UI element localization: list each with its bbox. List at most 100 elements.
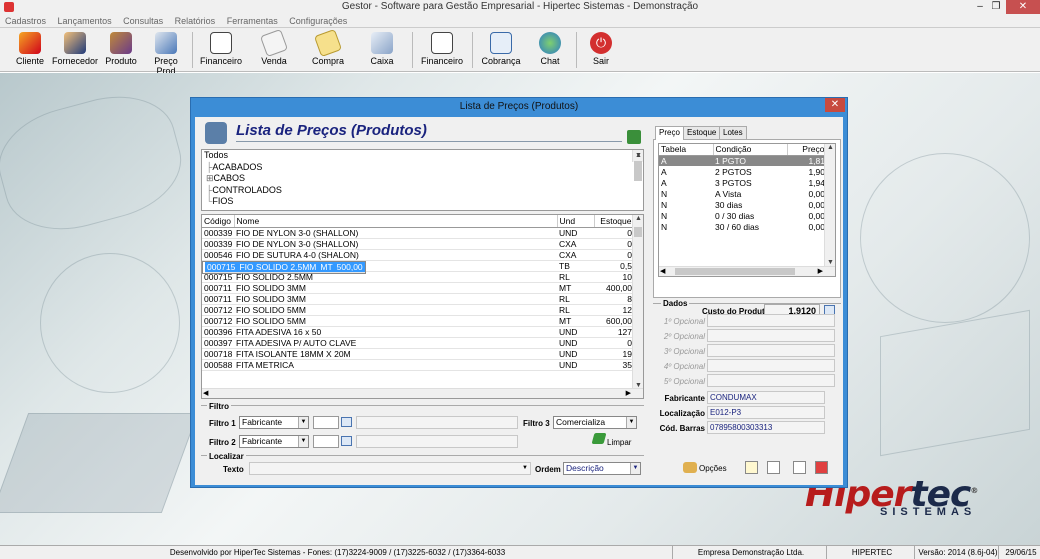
tree-root[interactable]: Todos [202,150,643,162]
edit-icon[interactable] [767,461,780,474]
scroll-up-icon[interactable]: ▲ [825,144,835,151]
exit-icon[interactable] [815,461,828,474]
minimize-icon[interactable]: – [972,0,988,14]
table-row[interactable]: 000712 FIO SOLIDO 5MM RL 12 [202,304,634,316]
tab-preco[interactable]: Preço [655,126,684,140]
toolbar-venda-button[interactable]: Venda [254,28,294,70]
toolbar-financeiro2-button[interactable]: Financeiro [420,30,464,70]
close-app-icon[interactable]: ✕ [1006,0,1040,14]
scroll-thumb[interactable] [675,268,795,275]
table-row[interactable]: 000546 FIO DE SUTURA 4-0 (SHALON) CXA 0 [202,249,634,261]
toolbar-sair-button[interactable]: ⏻ Sair [584,30,618,70]
limpar-button[interactable]: Limpar [591,433,633,451]
price-grid-horizontal-scrollbar[interactable]: ◀ ▶ [659,266,835,276]
filtro3-select[interactable]: Comercializa ▼ [553,416,637,429]
table-row[interactable]: 000715 FIO SOLIDO 2.5MM MT 500,00 [202,260,366,274]
price-row[interactable]: N 30 / 60 dias 0,00 [659,221,827,232]
tree-item-fios[interactable]: └FIOS [202,196,643,208]
ordem-select[interactable]: Descrição ▼ [563,462,641,475]
print-icon[interactable] [793,461,806,474]
table-row[interactable]: 000718 FITA ISOLANTE 18MM X 20M UND 19 [202,348,634,360]
toolbar-chat-button[interactable]: Chat [532,30,568,70]
menu-configuracoes[interactable]: Configurações [289,14,347,28]
grid-horizontal-scrollbar[interactable]: ◀ ▶ [202,388,643,398]
toolbar-caixa-button[interactable]: Caixa [362,30,402,70]
restore-icon[interactable]: ❐ [988,0,1004,14]
toolbar-financeiro-button[interactable]: Financeiro [200,30,242,70]
scroll-down-icon[interactable]: ▼ [633,150,643,162]
filtro1-code-input[interactable] [313,416,339,429]
price-row[interactable]: N 0 / 30 dias 0,00 [659,210,827,221]
tree-scrollbar[interactable]: ▲ ▼ [632,150,643,181]
ordem-label: Ordem [535,465,561,474]
menu-consultas[interactable]: Consultas [123,14,163,28]
price-grid[interactable]: Tabela Condição Preço A1 PGTO 1,81 A 2 PGTO… [658,143,836,277]
filtro2-code-input[interactable] [313,435,339,448]
grid-vertical-scrollbar[interactable]: ▲ ▼ [632,215,643,389]
price-row[interactable]: A 3 PGTOS 1,94 [659,177,827,188]
refresh-icon[interactable] [627,130,641,144]
filtro1-lookup-icon[interactable] [341,417,352,427]
scroll-down-icon[interactable]: ▼ [825,259,835,266]
price-table: Tabela Condição Preço A1 PGTO 1,81 A 2 PGTO… [659,144,828,232]
category-tree[interactable]: Todos ├ACABADOS ⊞CABOS ├CONTROLADOS └FIO… [201,149,644,211]
table-row[interactable]: 000339 FIO DE NYLON 3-0 (SHALLON) CXA 0 [202,238,634,250]
scroll-thumb[interactable] [634,227,642,237]
cell-estoque: 127 [594,326,634,338]
filtro2-select[interactable]: Fabricante ▼ [239,435,309,448]
expand-icon[interactable]: ⊞ [206,173,214,183]
column-header-condicao[interactable]: Condição [713,144,788,156]
scroll-up-icon[interactable]: ▲ [633,215,643,222]
tree-item-controlados[interactable]: ├CONTROLADOS [202,185,643,197]
filtro1-select[interactable]: Fabricante ▼ [239,416,309,429]
toolbar-cobranca-button[interactable]: Cobrança [480,30,522,70]
price-row[interactable]: A1 PGTO 1,81 [659,155,827,166]
price-row[interactable]: N A Vista 0,00 [659,188,827,199]
table-row[interactable]: 000711 FIO SOLIDO 3MM MT 400,00 [202,282,634,294]
tab-estoque[interactable]: Estoque [683,126,721,139]
tab-lotes[interactable]: Lotes [719,126,747,139]
price-row[interactable]: N 30 dias 0,00 [659,199,827,210]
options-icon [683,462,697,473]
scroll-left-icon[interactable]: ◀ [660,267,665,275]
tree-item-cabos[interactable]: ⊞CABOS [202,173,643,185]
price-row[interactable]: A 2 PGTOS 1,90 [659,166,827,177]
column-header-preco[interactable]: Preço [787,144,828,156]
toolbar-fornecedor-button[interactable]: Fornecedor [52,30,98,70]
scroll-thumb[interactable] [634,161,642,181]
table-row[interactable]: 000711 FIO SOLIDO 3MM RL 8 [202,293,634,305]
menu-cadastros[interactable]: Cadastros [5,14,46,28]
filtro1-description-field [356,416,518,429]
price-grid-scrollbar[interactable]: ▲ ▼ [824,144,835,266]
table-row[interactable]: 000396 FITA ADESIVA 16 x 50 UND 127 [202,326,634,338]
toolbar-produto-button[interactable]: Produto [101,30,141,70]
toolbar-preco-prod-button[interactable]: Preço Prod [144,30,188,76]
scroll-right-icon[interactable]: ▶ [626,389,631,397]
table-row[interactable]: 000588 FITA METRICA UND 35 [202,359,634,371]
column-header-nome[interactable]: Nome [234,215,558,228]
menu-ferramentas[interactable]: Ferramentas [227,14,278,28]
menu-lancamentos[interactable]: Lançamentos [58,14,112,28]
column-header-codigo[interactable]: Código [202,215,235,228]
window-close-icon[interactable]: ✕ [825,98,845,112]
column-header-tabela[interactable]: Tabela [659,144,714,156]
toolbar-compra-button[interactable]: Compra [308,28,348,70]
price-icon [155,32,177,54]
table-row[interactable]: 000397 FITA ADESIVA P/ AUTO CLAVE UND 0 [202,337,634,349]
cell-und: MT [557,282,594,294]
scroll-left-icon[interactable]: ◀ [203,389,208,397]
scroll-right-icon[interactable]: ▶ [818,267,823,275]
table-row[interactable]: 000712 FIO SOLIDO 5MM MT 600,00 [202,315,634,327]
texto-input[interactable]: ▼ [249,462,531,475]
toolbar-label: Sair [592,56,609,66]
tree-item-acabados[interactable]: ├ACABADOS [202,162,643,174]
column-header-und[interactable]: Und [557,215,595,228]
products-grid[interactable]: Código Nome Und Estoque 000339 FIO DE NYL… [201,214,644,399]
new-icon[interactable] [745,461,758,474]
table-row[interactable]: 000339 FIO DE NYLON 3-0 (SHALLON) UND 0 [202,227,634,239]
toolbar-cliente-button[interactable]: Cliente [10,30,50,70]
column-header-estoque[interactable]: Estoque [594,215,635,228]
opcoes-button[interactable]: Opções [681,459,729,477]
filtro2-lookup-icon[interactable] [341,436,352,446]
menu-relatorios[interactable]: Relatórios [175,14,216,28]
